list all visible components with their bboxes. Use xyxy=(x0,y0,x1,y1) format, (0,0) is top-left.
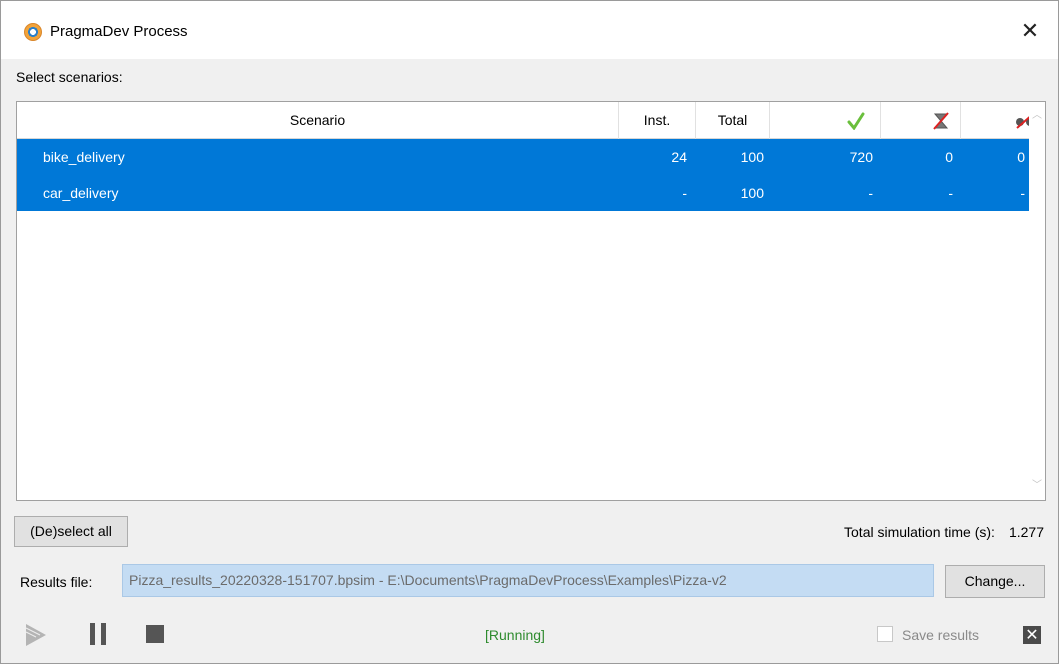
simulation-time-label: Total simulation time (s): xyxy=(844,524,995,540)
pause-icon[interactable] xyxy=(90,623,106,645)
results-file-field[interactable]: Pizza_results_20220328-151707.bpsim - E:… xyxy=(122,564,934,597)
title-bar: PragmaDev Process ✕ xyxy=(1,1,1058,59)
table-header: Scenario Inst. Total xyxy=(17,102,1042,139)
inconclusive-cell: - xyxy=(1020,185,1025,201)
play-icon[interactable] xyxy=(23,622,49,648)
column-header-success[interactable] xyxy=(770,102,881,139)
stop-icon[interactable] xyxy=(146,625,164,643)
column-header-scenario[interactable]: Scenario xyxy=(17,102,619,139)
app-logo-icon xyxy=(24,23,42,41)
table-row[interactable]: bike_delivery 24 100 720 0 0 xyxy=(17,139,1031,175)
results-file-label: Results file: xyxy=(20,574,93,590)
status-text: [Running] xyxy=(485,627,545,643)
simulation-time-value: 1.277 xyxy=(1008,524,1044,540)
column-header-total[interactable]: Total xyxy=(696,102,770,139)
scenario-rows: bike_delivery 24 100 720 0 0 car_deliver… xyxy=(17,139,1031,211)
inst-cell: 24 xyxy=(671,149,687,165)
scenario-table: Scenario Inst. Total bike_delivery 24 10… xyxy=(16,101,1046,501)
vertical-scrollbar[interactable]: ︿ ﹀ xyxy=(1029,102,1045,500)
inconclusive-cell: 0 xyxy=(1017,149,1025,165)
total-cell: 100 xyxy=(740,149,764,165)
failed-cell: - xyxy=(948,185,953,201)
save-results-label: Save results xyxy=(902,627,980,643)
close-icon[interactable]: ✕ xyxy=(1016,18,1044,46)
dismiss-icon[interactable]: ✕ xyxy=(1023,626,1041,644)
simulation-time: Total simulation time (s): 1.277 xyxy=(844,524,1044,540)
window-title: PragmaDev Process xyxy=(50,23,188,40)
scroll-up-icon[interactable]: ︿ xyxy=(1029,108,1045,124)
save-results-checkbox[interactable] xyxy=(877,626,893,642)
scenario-name: car_delivery xyxy=(43,185,119,201)
scroll-down-icon[interactable]: ﹀ xyxy=(1029,478,1045,494)
select-scenarios-label: Select scenarios: xyxy=(16,69,123,85)
checkmark-icon xyxy=(847,112,865,131)
failed-hourglass-icon xyxy=(932,112,949,130)
success-cell: - xyxy=(868,185,873,201)
table-row[interactable]: car_delivery - 100 - - - xyxy=(17,175,1031,211)
deselect-all-button[interactable]: (De)select all xyxy=(14,516,128,547)
success-cell: 720 xyxy=(849,149,873,165)
column-header-failed[interactable] xyxy=(881,102,961,139)
total-cell: 100 xyxy=(740,185,764,201)
app-window: PragmaDev Process ✕ Select scenarios: Sc… xyxy=(0,0,1059,664)
failed-cell: 0 xyxy=(945,149,953,165)
change-button[interactable]: Change... xyxy=(945,565,1045,598)
inst-cell: - xyxy=(682,185,687,201)
scenario-name: bike_delivery xyxy=(43,149,125,165)
column-header-inst[interactable]: Inst. xyxy=(619,102,696,139)
